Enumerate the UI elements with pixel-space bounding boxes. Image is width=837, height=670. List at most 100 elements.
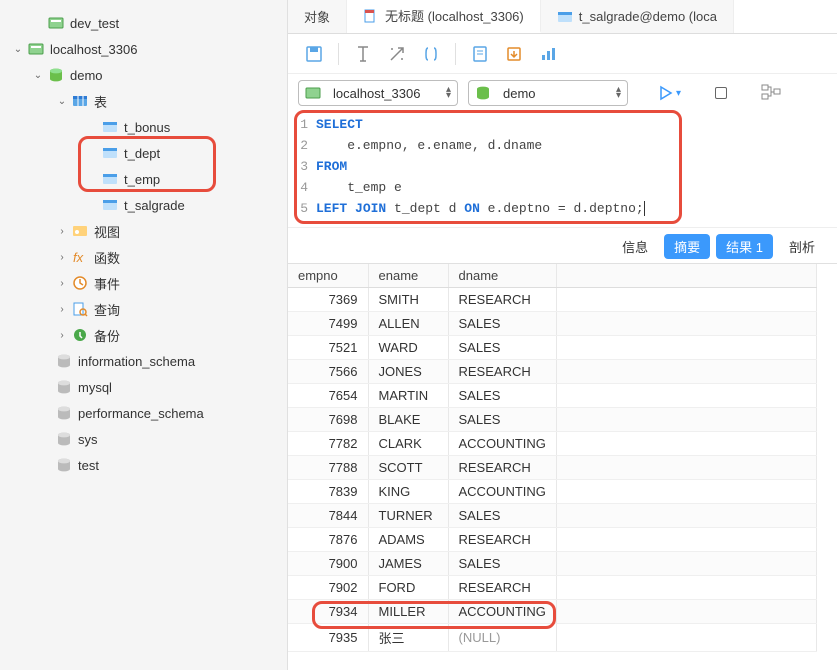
cell-dname[interactable]: SALES bbox=[448, 408, 556, 432]
cell-ename[interactable]: FORD bbox=[368, 576, 448, 600]
cell-dname[interactable]: SALES bbox=[448, 504, 556, 528]
cell-empno[interactable]: 7698 bbox=[288, 408, 368, 432]
result-tab-result1[interactable]: 结果 1 bbox=[716, 234, 773, 259]
cell-empno[interactable]: 7900 bbox=[288, 552, 368, 576]
tree-views-folder[interactable]: › 视图 bbox=[0, 218, 287, 244]
table-row[interactable]: 7876ADAMSRESEARCH bbox=[288, 528, 816, 552]
column-header-empno[interactable]: empno bbox=[288, 264, 368, 288]
tree-events-folder[interactable]: › 事件 bbox=[0, 270, 287, 296]
cell-ename[interactable]: TURNER bbox=[368, 504, 448, 528]
cell-empno[interactable]: 7839 bbox=[288, 480, 368, 504]
table-row[interactable]: 7839KINGACCOUNTING bbox=[288, 480, 816, 504]
export-button[interactable] bbox=[498, 40, 530, 68]
plan-button[interactable] bbox=[761, 84, 781, 103]
cell-empno[interactable]: 7902 bbox=[288, 576, 368, 600]
table-row[interactable]: 7654MARTINSALES bbox=[288, 384, 816, 408]
tree-backups-folder[interactable]: › 备份 bbox=[0, 322, 287, 348]
cell-ename[interactable]: BLAKE bbox=[368, 408, 448, 432]
cell-empno[interactable]: 7782 bbox=[288, 432, 368, 456]
cell-dname[interactable]: RESEARCH bbox=[448, 576, 556, 600]
cell-ename[interactable]: CLARK bbox=[368, 432, 448, 456]
cell-ename[interactable]: MILLER bbox=[368, 600, 448, 624]
cell-empno[interactable]: 7935 bbox=[288, 624, 368, 652]
cell-empno[interactable]: 7566 bbox=[288, 360, 368, 384]
tab-objects[interactable]: 对象 bbox=[288, 0, 347, 33]
stop-button[interactable] bbox=[715, 87, 727, 99]
cell-dname[interactable]: ACCOUNTING bbox=[448, 600, 556, 624]
cell-empno[interactable]: 7844 bbox=[288, 504, 368, 528]
table-row[interactable]: 7499ALLENSALES bbox=[288, 312, 816, 336]
cell-ename[interactable]: ADAMS bbox=[368, 528, 448, 552]
cell-ename[interactable]: ALLEN bbox=[368, 312, 448, 336]
cell-dname[interactable]: RESEARCH bbox=[448, 288, 556, 312]
format-button[interactable] bbox=[347, 40, 379, 68]
cell-empno[interactable]: 7369 bbox=[288, 288, 368, 312]
cell-ename[interactable]: 张三 bbox=[368, 624, 448, 652]
column-header-dname[interactable]: dname bbox=[448, 264, 556, 288]
result-tab-summary[interactable]: 摘要 bbox=[664, 234, 710, 259]
database-selector[interactable]: demo ▴▾ bbox=[468, 80, 628, 106]
cell-empno[interactable]: 7934 bbox=[288, 600, 368, 624]
table-row[interactable]: 7844TURNERSALES bbox=[288, 504, 816, 528]
cell-ename[interactable]: JONES bbox=[368, 360, 448, 384]
cell-dname[interactable]: SALES bbox=[448, 312, 556, 336]
cell-empno[interactable]: 7499 bbox=[288, 312, 368, 336]
save-button[interactable] bbox=[298, 40, 330, 68]
brackets-button[interactable] bbox=[415, 40, 447, 68]
cell-dname[interactable]: ACCOUNTING bbox=[448, 480, 556, 504]
result-tab-info[interactable]: 信息 bbox=[612, 234, 658, 259]
cell-dname[interactable]: ACCOUNTING bbox=[448, 432, 556, 456]
result-grid[interactable]: empno ename dname 7369SMITHRESEARCH7499A… bbox=[288, 264, 817, 652]
tree-database-demo[interactable]: ⌄ demo bbox=[0, 62, 287, 88]
cell-empno[interactable]: 7521 bbox=[288, 336, 368, 360]
tree-table-t_bonus[interactable]: t_bonus bbox=[0, 114, 287, 140]
cell-ename[interactable]: KING bbox=[368, 480, 448, 504]
beautify-button[interactable] bbox=[381, 40, 413, 68]
tree-functions-folder[interactable]: › fx 函数 bbox=[0, 244, 287, 270]
tab-table-t_salgrade[interactable]: t_salgrade@demo (loca bbox=[541, 0, 734, 33]
run-query-button[interactable]: ▾ bbox=[658, 85, 681, 101]
cell-dname[interactable]: SALES bbox=[448, 552, 556, 576]
table-row[interactable]: 7698BLAKESALES bbox=[288, 408, 816, 432]
connection-selector[interactable]: localhost_3306 ▴▾ bbox=[298, 80, 458, 106]
table-row[interactable]: 7369SMITHRESEARCH bbox=[288, 288, 816, 312]
cell-empno[interactable]: 7654 bbox=[288, 384, 368, 408]
tree-database-information_schema[interactable]: information_schema bbox=[0, 348, 287, 374]
cell-dname[interactable]: SALES bbox=[448, 336, 556, 360]
cell-dname[interactable]: RESEARCH bbox=[448, 360, 556, 384]
cell-ename[interactable]: MARTIN bbox=[368, 384, 448, 408]
table-row[interactable]: 7788SCOTTRESEARCH bbox=[288, 456, 816, 480]
table-row[interactable]: 7566JONESRESEARCH bbox=[288, 360, 816, 384]
cell-empno[interactable]: 7876 bbox=[288, 528, 368, 552]
cell-ename[interactable]: SMITH bbox=[368, 288, 448, 312]
table-row[interactable]: 7935张三(NULL) bbox=[288, 624, 816, 652]
result-tab-profile[interactable]: 剖析 bbox=[779, 234, 825, 259]
tree-database-test[interactable]: test bbox=[0, 452, 287, 478]
cell-ename[interactable]: WARD bbox=[368, 336, 448, 360]
cell-ename[interactable]: JAMES bbox=[368, 552, 448, 576]
table-row[interactable]: 7782CLARKACCOUNTING bbox=[288, 432, 816, 456]
sql-editor[interactable]: 12345 SELECT e.empno, e.ename, d.dname F… bbox=[288, 112, 837, 227]
table-row[interactable]: 7521WARDSALES bbox=[288, 336, 816, 360]
tree-table-t_emp[interactable]: t_emp bbox=[0, 166, 287, 192]
tab-query[interactable]: 无标题 (localhost_3306) bbox=[347, 0, 541, 33]
tree-queries-folder[interactable]: › 查询 bbox=[0, 296, 287, 322]
table-row[interactable]: 7902FORDRESEARCH bbox=[288, 576, 816, 600]
table-row[interactable]: 7900JAMESSALES bbox=[288, 552, 816, 576]
tree-tables-folder[interactable]: ⌄ 表 bbox=[0, 88, 287, 114]
cell-dname[interactable]: RESEARCH bbox=[448, 528, 556, 552]
cell-ename[interactable]: SCOTT bbox=[368, 456, 448, 480]
tree-database-sys[interactable]: sys bbox=[0, 426, 287, 452]
table-row[interactable]: 7934MILLERACCOUNTING bbox=[288, 600, 816, 624]
tree-table-t_dept[interactable]: t_dept bbox=[0, 140, 287, 166]
cell-dname[interactable]: (NULL) bbox=[448, 624, 556, 652]
cell-dname[interactable]: SALES bbox=[448, 384, 556, 408]
tree-table-t_salgrade[interactable]: t_salgrade bbox=[0, 192, 287, 218]
chart-button[interactable] bbox=[532, 40, 564, 68]
tree-database-mysql[interactable]: mysql bbox=[0, 374, 287, 400]
tree-database-performance_schema[interactable]: performance_schema bbox=[0, 400, 287, 426]
cell-dname[interactable]: RESEARCH bbox=[448, 456, 556, 480]
column-header-ename[interactable]: ename bbox=[368, 264, 448, 288]
tree-connection-localhost[interactable]: ⌄ localhost_3306 bbox=[0, 36, 287, 62]
explain-button[interactable] bbox=[464, 40, 496, 68]
